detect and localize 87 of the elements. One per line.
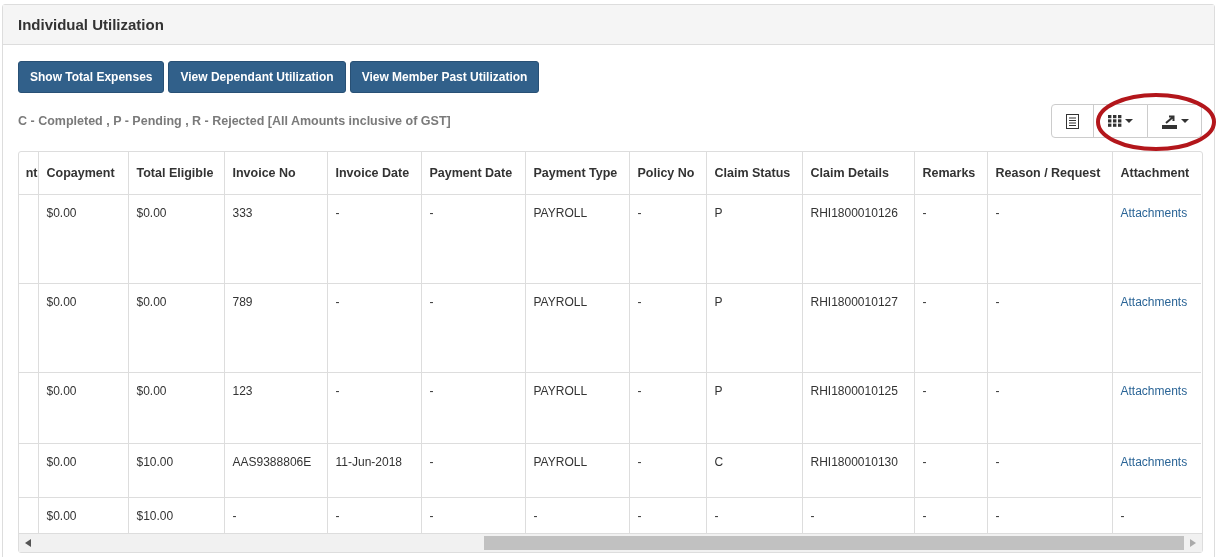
table-cell: -: [224, 497, 327, 533]
table-cell: RHI1800010130: [802, 443, 914, 498]
export-button[interactable]: [1147, 104, 1202, 138]
column-header: Policy No: [629, 152, 706, 195]
table-cell: -: [629, 283, 706, 373]
caret-icon: [1181, 119, 1189, 123]
table-cell: -: [1112, 497, 1201, 533]
table-cell: RHI1800010125: [802, 372, 914, 444]
table-cell: -: [629, 497, 706, 533]
table-cell: 123: [224, 372, 327, 444]
column-header: Attachment: [1112, 152, 1201, 195]
grid-icon: [1108, 115, 1122, 127]
table-cell: 789: [224, 283, 327, 373]
table-cell: -: [706, 497, 802, 533]
table-cell: 11-Jun-2018: [327, 443, 421, 498]
column-header: Payment Type: [525, 152, 629, 195]
table-cell: $0.00: [38, 194, 128, 284]
table-cell: -: [421, 443, 525, 498]
table-cell: -: [987, 194, 1112, 284]
table-cell: PAYROLL: [525, 194, 629, 284]
export-icon: [1162, 113, 1178, 129]
table-cell: -: [987, 443, 1112, 498]
horizontal-scrollbar[interactable]: [19, 532, 1202, 552]
table-cell: $0.00: [38, 283, 128, 373]
table-cell: $0.00: [128, 283, 224, 373]
table-cell: -: [327, 497, 421, 533]
table-cell: -: [421, 194, 525, 284]
table-cell: P: [706, 194, 802, 284]
table-cell: -: [525, 497, 629, 533]
table-cell: -: [327, 194, 421, 284]
scroll-left-icon[interactable]: [25, 538, 31, 547]
toggle-view-button[interactable]: [1051, 104, 1094, 138]
table-cell: P: [706, 283, 802, 373]
table-cell: P: [706, 372, 802, 444]
table-cell: -: [421, 497, 525, 533]
table-cell: -: [629, 372, 706, 444]
caret-icon: [1125, 119, 1133, 123]
column-header: Reason / Request: [987, 152, 1112, 195]
table-cell: -: [327, 283, 421, 373]
table-cell: 333: [224, 194, 327, 284]
table-cell: $0.00: [38, 443, 128, 498]
table-cell: -: [987, 283, 1112, 373]
column-header: nt: [19, 152, 38, 195]
status-legend: C - Completed , P - Pending , R - Rejected [All Amounts inclusive of GST]: [18, 114, 451, 128]
table-cell: RHI1800010126: [802, 194, 914, 284]
table-cell: -: [421, 372, 525, 444]
table-cell: -: [987, 372, 1112, 444]
table-cell: PAYROLL: [525, 443, 629, 498]
table-cell: -: [421, 283, 525, 373]
column-header: Claim Details: [802, 152, 914, 195]
table-cell: -: [914, 194, 987, 284]
table-cell: -: [914, 372, 987, 444]
attachments-link[interactable]: Attachments: [1120, 206, 1188, 220]
table-cell: -: [914, 497, 987, 533]
column-header: Total Eligible: [128, 152, 224, 195]
table-cell: -: [914, 283, 987, 373]
table-cell: -: [802, 497, 914, 533]
table-cell: RHI1800010127: [802, 283, 914, 373]
table-cell: -: [987, 497, 1112, 533]
table-cell: $10.00: [128, 443, 224, 498]
table-cell: $0.00: [38, 372, 128, 444]
action-button[interactable]: Show Total Expenses: [18, 61, 165, 93]
column-header: Invoice Date: [327, 152, 421, 195]
table-cell: C: [706, 443, 802, 498]
table-cell: $0.00: [38, 497, 128, 533]
table-cell: -: [629, 443, 706, 498]
column-header: Claim Status: [706, 152, 802, 195]
table-cell: PAYROLL: [525, 372, 629, 444]
table-cell: -: [914, 443, 987, 498]
column-header: Remarks: [914, 152, 987, 195]
attachments-link[interactable]: Attachments: [1120, 455, 1188, 469]
action-button[interactable]: View Member Past Utilization: [349, 61, 540, 93]
table-cell: -: [629, 194, 706, 284]
action-button[interactable]: View Dependant Utilization: [168, 61, 346, 93]
attachments-link[interactable]: Attachments: [1120, 384, 1188, 398]
table-cell: PAYROLL: [525, 283, 629, 373]
table-cell: -: [327, 372, 421, 444]
column-header: Invoice No: [224, 152, 327, 195]
column-header: Payment Date: [421, 152, 525, 195]
table-cell: $0.00: [128, 194, 224, 284]
panel-title: Individual Utilization: [18, 16, 164, 33]
table-cell: $10.00: [128, 497, 224, 533]
list-icon: [1066, 113, 1079, 129]
table-cell: AAS9388806E: [224, 443, 327, 498]
table-cell: $0.00: [128, 372, 224, 444]
column-header: Copayment: [38, 152, 128, 195]
attachments-link[interactable]: Attachments: [1120, 295, 1188, 309]
